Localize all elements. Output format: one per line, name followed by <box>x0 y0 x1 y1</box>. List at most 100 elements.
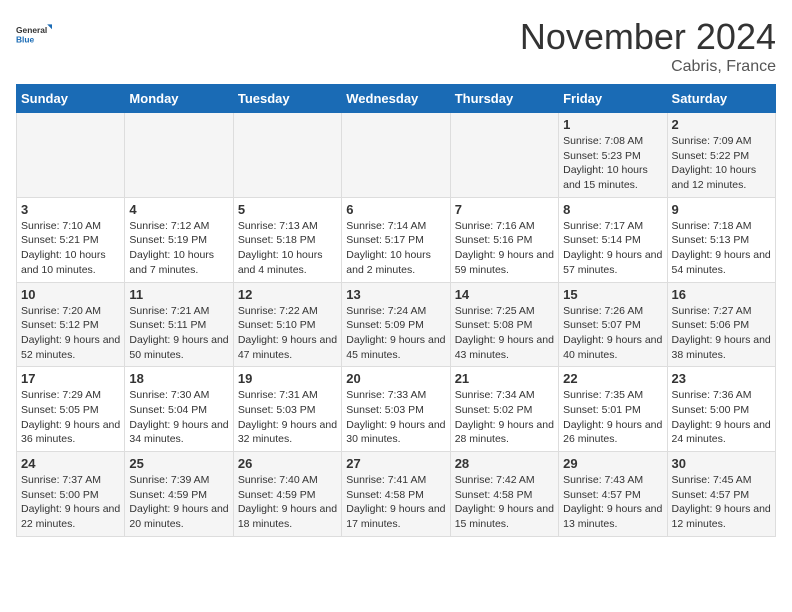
calendar-cell: 10 Sunrise: 7:20 AMSunset: 5:12 PMDayligh… <box>17 282 125 367</box>
calendar-cell: 29 Sunrise: 7:43 AMSunset: 4:57 PMDayligh… <box>559 452 667 537</box>
calendar-cell: 9 Sunrise: 7:18 AMSunset: 5:13 PMDaylight… <box>667 197 775 282</box>
calendar-cell: 12 Sunrise: 7:22 AMSunset: 5:10 PMDayligh… <box>233 282 341 367</box>
calendar-cell <box>233 113 341 198</box>
day-info: Sunrise: 7:33 AMSunset: 5:03 PMDaylight:… <box>346 389 445 445</box>
day-info: Sunrise: 7:12 AMSunset: 5:19 PMDaylight:… <box>129 220 214 276</box>
calendar-cell: 23 Sunrise: 7:36 AMSunset: 5:00 PMDayligh… <box>667 367 775 452</box>
day-number: 14 <box>455 287 554 302</box>
day-number: 18 <box>129 371 228 386</box>
calendar-cell: 20 Sunrise: 7:33 AMSunset: 5:03 PMDayligh… <box>342 367 450 452</box>
day-info: Sunrise: 7:35 AMSunset: 5:01 PMDaylight:… <box>563 389 662 445</box>
header-cell-tuesday: Tuesday <box>233 85 341 113</box>
day-info: Sunrise: 7:37 AMSunset: 5:00 PMDaylight:… <box>21 474 120 530</box>
calendar-cell: 8 Sunrise: 7:17 AMSunset: 5:14 PMDaylight… <box>559 197 667 282</box>
day-info: Sunrise: 7:40 AMSunset: 4:59 PMDaylight:… <box>238 474 337 530</box>
day-number: 16 <box>672 287 771 302</box>
day-info: Sunrise: 7:08 AMSunset: 5:23 PMDaylight:… <box>563 135 648 191</box>
calendar-cell <box>342 113 450 198</box>
svg-text:Blue: Blue <box>16 34 35 44</box>
day-info: Sunrise: 7:45 AMSunset: 4:57 PMDaylight:… <box>672 474 771 530</box>
day-number: 5 <box>238 202 337 217</box>
week-row-4: 17Sunrise: 7:29 AMSunset: 5:05 PMDayligh… <box>17 367 776 452</box>
day-info: Sunrise: 7:20 AMSunset: 5:12 PMDaylight:… <box>21 305 120 361</box>
calendar-cell: 26Sunrise: 7:40 AMSunset: 4:59 PMDayligh… <box>233 452 341 537</box>
header-cell-sunday: Sunday <box>17 85 125 113</box>
title-block: November 2024 Cabris, France <box>520 16 776 76</box>
day-number: 1 <box>563 117 662 132</box>
day-info: Sunrise: 7:14 AMSunset: 5:17 PMDaylight:… <box>346 220 431 276</box>
page-title: November 2024 <box>520 16 776 58</box>
week-row-3: 10 Sunrise: 7:20 AMSunset: 5:12 PMDayligh… <box>17 282 776 367</box>
calendar-cell: 4 Sunrise: 7:12 AMSunset: 5:19 PMDaylight… <box>125 197 233 282</box>
calendar-cell: 13 Sunrise: 7:24 AMSunset: 5:09 PMDayligh… <box>342 282 450 367</box>
day-info: Sunrise: 7:39 AMSunset: 4:59 PMDaylight:… <box>129 474 228 530</box>
day-number: 12 <box>238 287 337 302</box>
day-info: Sunrise: 7:16 AMSunset: 5:16 PMDaylight:… <box>455 220 554 276</box>
day-info: Sunrise: 7:36 AMSunset: 5:00 PMDaylight:… <box>672 389 771 445</box>
calendar-cell: 6Sunrise: 7:14 AMSunset: 5:17 PMDaylight… <box>342 197 450 282</box>
day-number: 13 <box>346 287 445 302</box>
day-number: 24 <box>21 456 120 471</box>
header-cell-friday: Friday <box>559 85 667 113</box>
day-info: Sunrise: 7:09 AMSunset: 5:22 PMDaylight:… <box>672 135 757 191</box>
day-number: 4 <box>129 202 228 217</box>
week-row-5: 24 Sunrise: 7:37 AMSunset: 5:00 PMDayligh… <box>17 452 776 537</box>
calendar-cell: 19Sunrise: 7:31 AMSunset: 5:03 PMDayligh… <box>233 367 341 452</box>
calendar-cell: 2 Sunrise: 7:09 AMSunset: 5:22 PMDaylight… <box>667 113 775 198</box>
day-number: 17 <box>21 371 120 386</box>
calendar-cell: 7 Sunrise: 7:16 AMSunset: 5:16 PMDaylight… <box>450 197 558 282</box>
calendar-table: SundayMondayTuesdayWednesdayThursdayFrid… <box>16 84 776 537</box>
day-info: Sunrise: 7:18 AMSunset: 5:13 PMDaylight:… <box>672 220 771 276</box>
calendar-cell: 15Sunrise: 7:26 AMSunset: 5:07 PMDayligh… <box>559 282 667 367</box>
day-info: Sunrise: 7:42 AMSunset: 4:58 PMDaylight:… <box>455 474 554 530</box>
calendar-cell: 1 Sunrise: 7:08 AMSunset: 5:23 PMDaylight… <box>559 113 667 198</box>
day-info: Sunrise: 7:30 AMSunset: 5:04 PMDaylight:… <box>129 389 228 445</box>
calendar-cell <box>125 113 233 198</box>
day-number: 10 <box>21 287 120 302</box>
calendar-cell: 22 Sunrise: 7:35 AMSunset: 5:01 PMDayligh… <box>559 367 667 452</box>
day-number: 11 <box>129 287 228 302</box>
header-cell-saturday: Saturday <box>667 85 775 113</box>
day-number: 3 <box>21 202 120 217</box>
calendar-cell: 27 Sunrise: 7:41 AMSunset: 4:58 PMDayligh… <box>342 452 450 537</box>
day-number: 28 <box>455 456 554 471</box>
day-number: 23 <box>672 371 771 386</box>
day-number: 7 <box>455 202 554 217</box>
day-number: 27 <box>346 456 445 471</box>
calendar-cell: 11 Sunrise: 7:21 AMSunset: 5:11 PMDayligh… <box>125 282 233 367</box>
header-cell-monday: Monday <box>125 85 233 113</box>
day-info: Sunrise: 7:17 AMSunset: 5:14 PMDaylight:… <box>563 220 662 276</box>
header-cell-thursday: Thursday <box>450 85 558 113</box>
day-info: Sunrise: 7:43 AMSunset: 4:57 PMDaylight:… <box>563 474 662 530</box>
week-row-2: 3 Sunrise: 7:10 AMSunset: 5:21 PMDaylight… <box>17 197 776 282</box>
calendar-cell: 3 Sunrise: 7:10 AMSunset: 5:21 PMDaylight… <box>17 197 125 282</box>
week-row-1: 1 Sunrise: 7:08 AMSunset: 5:23 PMDaylight… <box>17 113 776 198</box>
day-info: Sunrise: 7:41 AMSunset: 4:58 PMDaylight:… <box>346 474 445 530</box>
day-info: Sunrise: 7:24 AMSunset: 5:09 PMDaylight:… <box>346 305 445 361</box>
calendar-cell: 30 Sunrise: 7:45 AMSunset: 4:57 PMDayligh… <box>667 452 775 537</box>
day-number: 22 <box>563 371 662 386</box>
svg-text:General: General <box>16 25 47 35</box>
day-info: Sunrise: 7:34 AMSunset: 5:02 PMDaylight:… <box>455 389 554 445</box>
day-number: 20 <box>346 371 445 386</box>
day-number: 29 <box>563 456 662 471</box>
calendar-cell: 24 Sunrise: 7:37 AMSunset: 5:00 PMDayligh… <box>17 452 125 537</box>
day-number: 30 <box>672 456 771 471</box>
day-number: 8 <box>563 202 662 217</box>
day-info: Sunrise: 7:26 AMSunset: 5:07 PMDaylight:… <box>563 305 662 361</box>
calendar-cell <box>450 113 558 198</box>
day-number: 9 <box>672 202 771 217</box>
day-number: 21 <box>455 371 554 386</box>
day-info: Sunrise: 7:13 AMSunset: 5:18 PMDaylight:… <box>238 220 323 276</box>
calendar-cell: 25Sunrise: 7:39 AMSunset: 4:59 PMDayligh… <box>125 452 233 537</box>
calendar-cell: 5 Sunrise: 7:13 AMSunset: 5:18 PMDaylight… <box>233 197 341 282</box>
location-subtitle: Cabris, France <box>520 58 776 76</box>
calendar-cell: 18 Sunrise: 7:30 AMSunset: 5:04 PMDayligh… <box>125 367 233 452</box>
calendar-cell: 28 Sunrise: 7:42 AMSunset: 4:58 PMDayligh… <box>450 452 558 537</box>
day-info: Sunrise: 7:21 AMSunset: 5:11 PMDaylight:… <box>129 305 228 361</box>
header-cell-wednesday: Wednesday <box>342 85 450 113</box>
day-info: Sunrise: 7:10 AMSunset: 5:21 PMDaylight:… <box>21 220 106 276</box>
day-info: Sunrise: 7:22 AMSunset: 5:10 PMDaylight:… <box>238 305 337 361</box>
logo-svg: General Blue <box>16 16 52 52</box>
day-number: 2 <box>672 117 771 132</box>
